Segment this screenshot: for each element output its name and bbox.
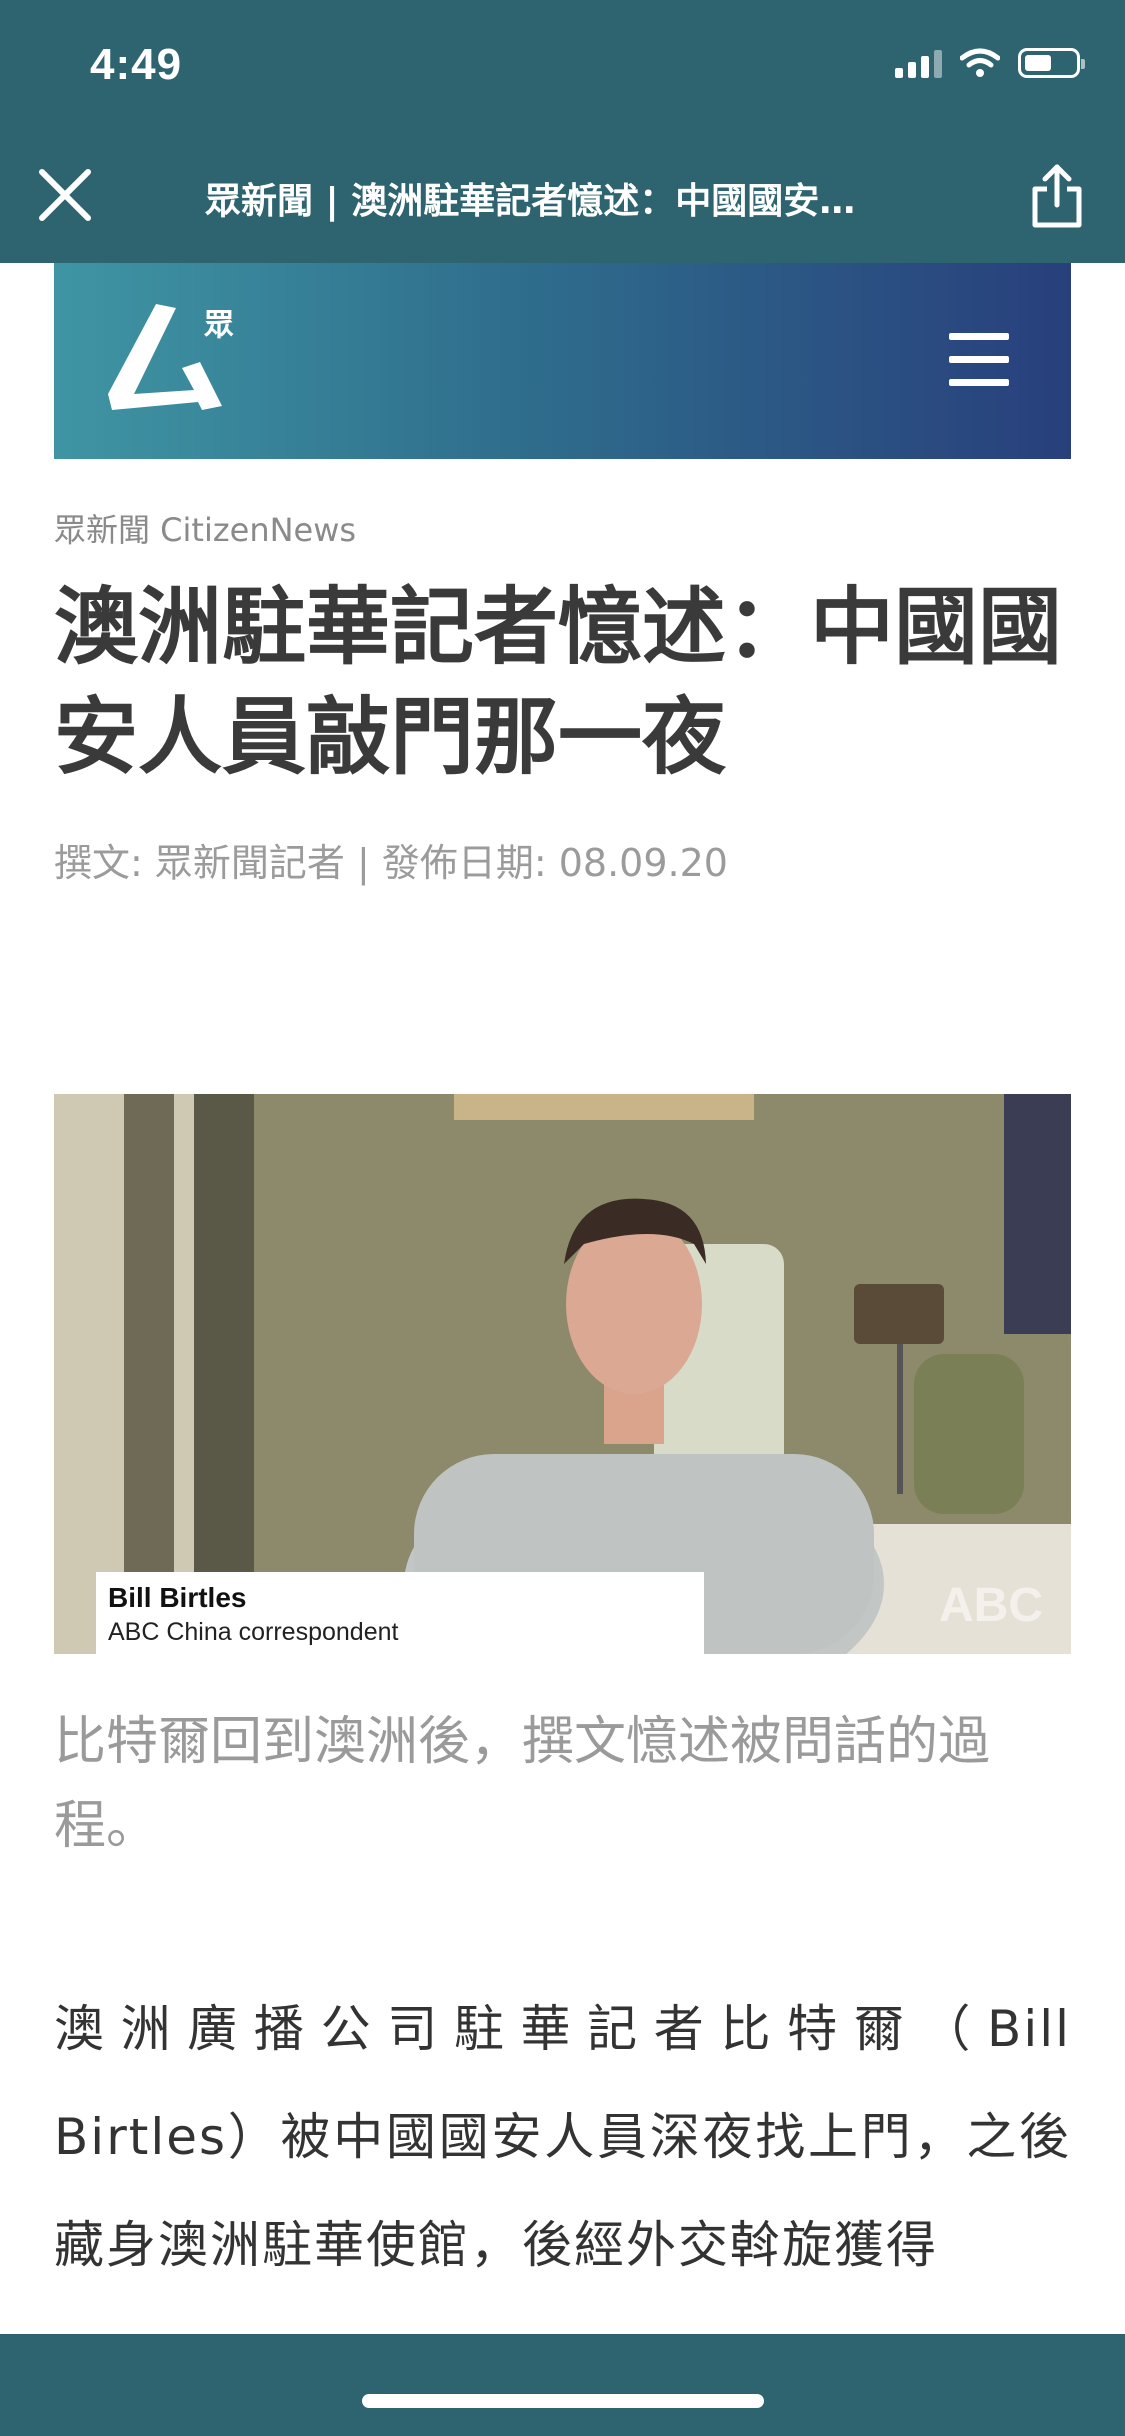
site-header-banner: 眾 bbox=[54, 263, 1071, 459]
close-icon bbox=[39, 169, 91, 221]
lower-third-caption: Bill Birtles ABC China correspondent bbox=[96, 1572, 704, 1654]
home-indicator[interactable] bbox=[362, 2394, 764, 2408]
article-photo: Bill Birtles ABC China correspondent ABC bbox=[54, 1094, 1071, 1654]
wifi-icon bbox=[960, 48, 1000, 77]
broadcaster-watermark: ABC bbox=[939, 1579, 1043, 1632]
lower-third-name: Bill Birtles bbox=[108, 1582, 247, 1613]
menu-button[interactable] bbox=[949, 333, 1009, 387]
cellular-signal-icon bbox=[895, 48, 942, 78]
bottom-toolbar bbox=[0, 2334, 1125, 2436]
photo-caption: 比特爾回到澳洲後，撰文憶述被問話的過程。 bbox=[54, 1712, 991, 1856]
logo-text: 眾 bbox=[204, 308, 234, 343]
share-button[interactable] bbox=[1019, 158, 1095, 234]
article-headline: 澳洲駐華記者憶述：中國國安人員敲門那一夜 bbox=[54, 578, 1063, 786]
nav-title: 眾新聞 | 澳洲駐華記者憶述：中國國安… bbox=[205, 181, 856, 222]
article-source: 眾新聞 CitizenNews bbox=[54, 511, 357, 549]
battery-icon bbox=[1018, 48, 1085, 78]
share-icon bbox=[1032, 164, 1082, 228]
lower-third-role: ABC China correspondent bbox=[108, 1618, 399, 1646]
article-body: 澳洲廣播公司駐華記者比特爾（Bill Birtles）被中國國安人員深夜找上門，… bbox=[54, 2000, 1071, 2274]
status-icons bbox=[895, 48, 1085, 78]
top-bar: 4:49 眾新聞 | 澳洲駐華記者憶述：中國國安… bbox=[0, 0, 1125, 263]
close-button[interactable] bbox=[30, 160, 100, 230]
status-time: 4:49 bbox=[90, 40, 183, 89]
article-byline: 撰文: 眾新聞記者 | 發佈日期: 08.09.20 bbox=[54, 841, 728, 885]
site-logo[interactable]: 眾 bbox=[94, 298, 244, 428]
photo-scene bbox=[54, 1094, 1071, 1654]
hamburger-menu-icon bbox=[949, 333, 1009, 340]
